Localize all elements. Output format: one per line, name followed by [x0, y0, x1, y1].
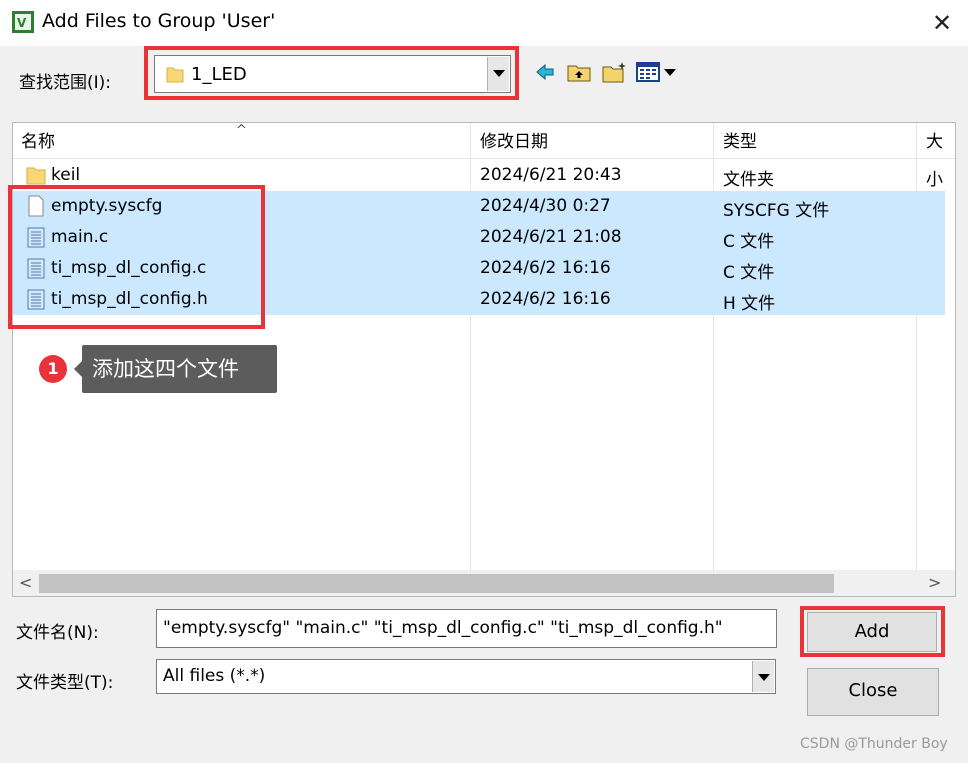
- scrollbar-thumb[interactable]: [39, 574, 834, 593]
- keil-uvision-icon: V: [12, 11, 34, 33]
- highlight-box-lookin: [144, 46, 519, 100]
- filetype-value: All files (*.*): [163, 666, 266, 686]
- highlight-box-files: [8, 185, 265, 329]
- file-date: 2024/4/30 0:27: [480, 196, 611, 216]
- scroll-right-icon[interactable]: >: [928, 573, 941, 592]
- column-date[interactable]: 修改日期: [472, 123, 548, 159]
- list-header: 名称 ^ 修改日期 类型 大小: [13, 123, 955, 190]
- title-bar: V Add Files to Group 'User' ✕: [0, 0, 968, 46]
- new-folder-icon[interactable]: [601, 60, 629, 84]
- annotation-callout: 添加这四个文件: [74, 345, 277, 393]
- close-button[interactable]: Close: [807, 668, 939, 716]
- svg-text:V: V: [17, 16, 27, 30]
- column-size[interactable]: 大小: [918, 123, 955, 190]
- file-date: 2024/6/2 16:16: [480, 258, 611, 278]
- file-date: 2024/6/2 16:16: [480, 289, 611, 309]
- step-number-badge: 1: [39, 355, 67, 383]
- chevron-down-icon[interactable]: [752, 661, 774, 692]
- horizontal-scrollbar[interactable]: < >: [13, 570, 955, 596]
- file-type: C 文件: [723, 263, 775, 283]
- window-title: Add Files to Group 'User': [42, 10, 276, 32]
- watermark: CSDN @Thunder Boy: [800, 736, 948, 752]
- column-type[interactable]: 类型: [715, 123, 757, 159]
- file-date: 2024/6/21 21:08: [480, 227, 622, 247]
- scroll-left-icon[interactable]: <: [19, 573, 32, 592]
- close-icon[interactable]: ✕: [926, 8, 958, 38]
- back-arrow-icon[interactable]: [535, 60, 555, 84]
- file-type: SYSCFG 文件: [723, 201, 830, 221]
- view-menu-icon[interactable]: [636, 60, 680, 84]
- filename-label: 文件名(N):: [16, 623, 99, 643]
- up-folder-icon[interactable]: [566, 60, 592, 84]
- sort-ascending-icon: ^: [236, 123, 247, 138]
- file-name: keil: [51, 165, 81, 185]
- file-type: 文件夹: [723, 170, 774, 190]
- filetype-select[interactable]: All files (*.*): [156, 659, 776, 694]
- highlight-box-add: [800, 606, 945, 657]
- file-type: H 文件: [723, 294, 776, 314]
- file-type: C 文件: [723, 232, 775, 252]
- file-date: 2024/6/21 20:43: [480, 165, 622, 185]
- filename-input[interactable]: "empty.syscfg" "main.c" "ti_msp_dl_confi…: [156, 609, 777, 648]
- filetype-label: 文件类型(T):: [16, 673, 114, 693]
- folder-icon: [26, 167, 46, 185]
- lookin-label: 查找范围(I):: [19, 73, 112, 93]
- column-name[interactable]: 名称: [13, 123, 55, 159]
